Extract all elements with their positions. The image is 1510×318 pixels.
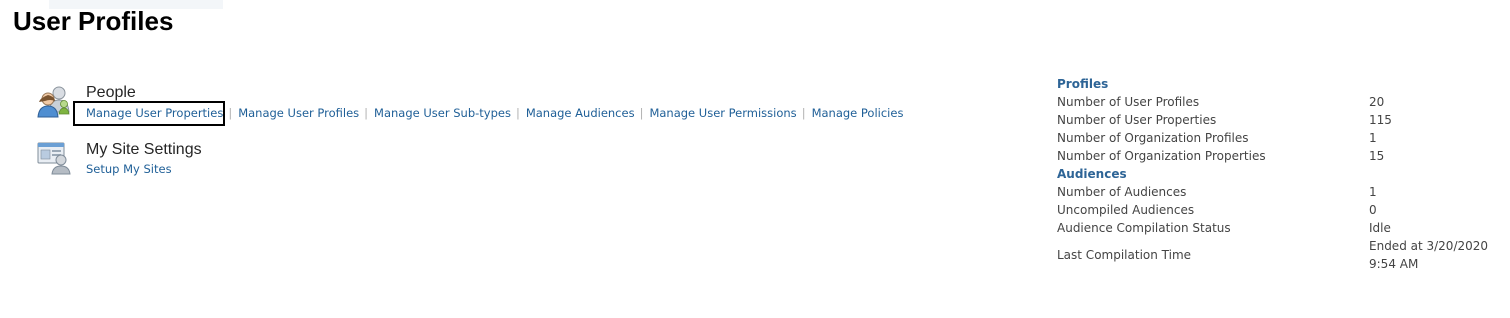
focus-highlight [73,101,225,126]
stats-label: Number of Organization Properties [1057,149,1266,163]
stats-value: 1 [1369,185,1377,199]
link-separator: | [515,106,520,120]
stats-value: 20 [1369,95,1385,109]
stats-row: Audience Compilation Status Idle [1057,219,1497,237]
my-site-settings-heading: My Site Settings [86,141,202,158]
stats-row: Number of Audiences 1 [1057,183,1497,201]
stats-label: Audience Compilation Status [1057,221,1231,235]
stats-value: 1 [1369,131,1377,145]
manage-user-profiles-link[interactable]: Manage User Profiles [238,106,359,120]
stats-value: Ended at 3/20/2020 9:54 AM [1369,239,1489,271]
stats-label: Number of Audiences [1057,185,1187,199]
manage-policies-link[interactable]: Manage Policies [812,106,904,120]
stats-label: Number of User Properties [1057,113,1217,127]
stats-value: Idle [1369,221,1391,235]
stats-value: 0 [1369,203,1377,217]
stats-label: Number of Organization Profiles [1057,131,1249,145]
my-site-icon [36,140,72,176]
stats-value: 115 [1369,113,1392,127]
manage-user-permissions-link[interactable]: Manage User Permissions [649,106,796,120]
stats-value: 15 [1369,149,1385,163]
link-separator: | [801,106,806,120]
stats-row: Uncompiled Audiences 0 [1057,201,1497,219]
stats-label: Last Compilation Time [1057,248,1192,262]
people-heading: People [86,84,136,101]
manage-user-sub-types-link[interactable]: Manage User Sub-types [374,106,511,120]
stats-label: Number of User Profiles [1057,95,1200,109]
statistics-panel: Profiles Number of User Profiles 20 Numb… [1057,75,1497,273]
audiences-heading: Audiences [1057,167,1127,181]
people-icon [36,84,72,120]
stats-row: Number of User Properties 115 [1057,111,1497,129]
my-site-links: Setup My Sites [86,162,172,176]
profiles-heading: Profiles [1057,77,1109,91]
stats-row: Number of Organization Profiles 1 [1057,129,1497,147]
page-title: User Profiles [13,6,174,36]
link-separator: | [639,106,644,120]
link-separator: | [228,106,233,120]
stats-row: Last Compilation Time Ended at 3/20/2020… [1057,237,1497,273]
manage-audiences-link[interactable]: Manage Audiences [526,106,635,120]
stats-row: Number of Organization Properties 15 [1057,147,1497,165]
stats-label: Uncompiled Audiences [1057,203,1195,217]
link-separator: | [364,106,369,120]
stats-row: Number of User Profiles 20 [1057,93,1497,111]
setup-my-sites-link[interactable]: Setup My Sites [86,162,172,176]
